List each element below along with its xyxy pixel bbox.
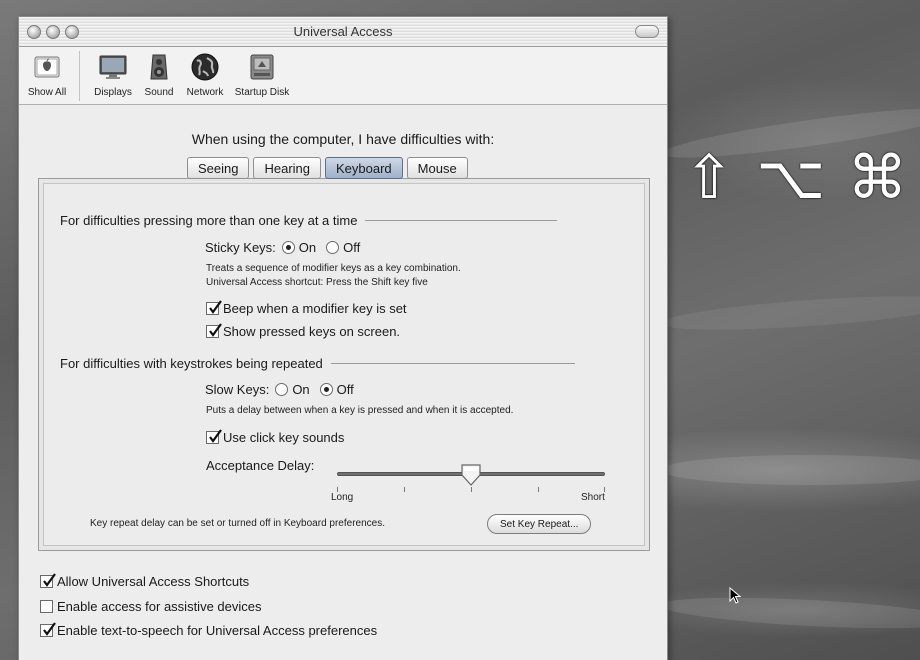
mouse-pointer-icon xyxy=(729,587,742,604)
option-key-icon: ⌥ xyxy=(756,143,826,213)
slider-thumb[interactable] xyxy=(460,463,482,487)
beep-modifier-option: Beep when a modifier key is set xyxy=(206,300,407,316)
slider-tick xyxy=(404,487,405,492)
checkmark-icon xyxy=(209,323,222,337)
text-to-speech-label[interactable]: Enable text-to-speech for Universal Acce… xyxy=(57,623,377,638)
acceptance-delay-slider[interactable] xyxy=(337,463,605,487)
universal-access-window: Universal Access Show All Displays Sound… xyxy=(18,16,668,660)
wallpaper-swoosh xyxy=(659,289,920,337)
sticky-keys-section-heading: For difficulties pressing more than one … xyxy=(60,213,558,228)
section-divider xyxy=(365,220,558,221)
tab-hearing[interactable]: Hearing xyxy=(253,157,322,179)
slow-keys-section-label: For difficulties with keystrokes being r… xyxy=(60,356,323,371)
wallpaper-swoosh xyxy=(660,455,920,485)
tab-keyboard[interactable]: Keyboard xyxy=(325,157,403,179)
slow-keys-on-radio[interactable] xyxy=(275,383,289,396)
window-content: When using the computer, I have difficul… xyxy=(19,17,667,660)
slow-keys-off-label[interactable]: Off xyxy=(337,382,354,397)
slow-keys-row: Slow Keys: On Off xyxy=(205,382,354,397)
beep-modifier-label[interactable]: Beep when a modifier key is set xyxy=(223,301,407,316)
show-pressed-keys-option: Show pressed keys on screen. xyxy=(206,323,400,339)
show-pressed-keys-label[interactable]: Show pressed keys on screen. xyxy=(223,324,400,339)
command-key-icon: ⌘ xyxy=(847,143,908,213)
checkmark-icon xyxy=(43,573,56,587)
slider-ticks xyxy=(337,487,605,493)
slow-keys-off-radio[interactable] xyxy=(319,383,333,396)
acceptance-delay-label: Acceptance Delay: xyxy=(206,458,315,473)
shift-key-icon: ⇧ xyxy=(684,143,735,213)
click-key-sounds-label[interactable]: Use click key sounds xyxy=(223,430,344,445)
checkmark-icon xyxy=(209,429,222,443)
section-divider xyxy=(330,363,575,364)
click-key-sounds-option: Use click key sounds xyxy=(206,429,344,445)
slider-tick xyxy=(471,487,472,492)
sticky-keys-shortcut-hint: Universal Access shortcut: Press the Shi… xyxy=(206,277,428,288)
sticky-keys-on-radio[interactable] xyxy=(281,241,295,254)
checkmark-icon xyxy=(43,622,56,636)
text-to-speech-checkbox[interactable] xyxy=(40,622,56,637)
slider-long-label: Long xyxy=(331,492,354,503)
sticky-keys-label: Sticky Keys: xyxy=(205,240,276,255)
text-to-speech-option: Enable text-to-speech for Universal Acce… xyxy=(40,622,377,638)
allow-shortcuts-option: Allow Universal Access Shortcuts xyxy=(40,573,249,589)
tab-seeing[interactable]: Seeing xyxy=(187,157,250,179)
assistive-devices-option: Enable access for assistive devices xyxy=(40,599,261,614)
slow-keys-label: Slow Keys: xyxy=(205,382,270,397)
assistive-devices-label[interactable]: Enable access for assistive devices xyxy=(57,599,261,614)
wallpaper-swoosh xyxy=(659,592,920,634)
allow-shortcuts-label[interactable]: Allow Universal Access Shortcuts xyxy=(57,574,249,589)
sticky-keys-description: Treats a sequence of modifier keys as a … xyxy=(206,263,461,274)
pressed-modifier-keys: ⇧ ⌥ ⌘ xyxy=(684,138,907,218)
click-key-sounds-checkbox[interactable] xyxy=(206,429,222,444)
slow-keys-section-heading: For difficulties with keystrokes being r… xyxy=(60,356,575,371)
show-pressed-keys-checkbox[interactable] xyxy=(206,323,222,338)
slider-short-label: Short xyxy=(581,492,605,503)
tab-bar: Seeing Hearing Keyboard Mouse xyxy=(187,157,468,179)
slow-keys-description: Puts a delay between when a key is press… xyxy=(206,405,514,416)
tab-mouse[interactable]: Mouse xyxy=(406,157,468,179)
slider-tick xyxy=(538,487,539,492)
sticky-keys-row: Sticky Keys: On Off xyxy=(205,240,360,255)
set-key-repeat-button[interactable]: Set Key Repeat... xyxy=(487,514,592,534)
key-repeat-note: Key repeat delay can be set or turned of… xyxy=(90,518,385,529)
sticky-keys-on-label[interactable]: On xyxy=(299,240,316,255)
assistive-devices-checkbox[interactable] xyxy=(40,600,53,613)
beep-modifier-checkbox[interactable] xyxy=(206,300,222,315)
difficulties-heading: When using the computer, I have difficul… xyxy=(191,131,495,147)
checkmark-icon xyxy=(209,300,222,314)
slow-keys-on-label[interactable]: On xyxy=(292,382,309,397)
allow-shortcuts-checkbox[interactable] xyxy=(40,573,56,588)
sticky-keys-off-radio[interactable] xyxy=(326,241,340,254)
sticky-keys-off-label[interactable]: Off xyxy=(343,240,360,255)
sticky-keys-section-label: For difficulties pressing more than one … xyxy=(60,213,358,228)
